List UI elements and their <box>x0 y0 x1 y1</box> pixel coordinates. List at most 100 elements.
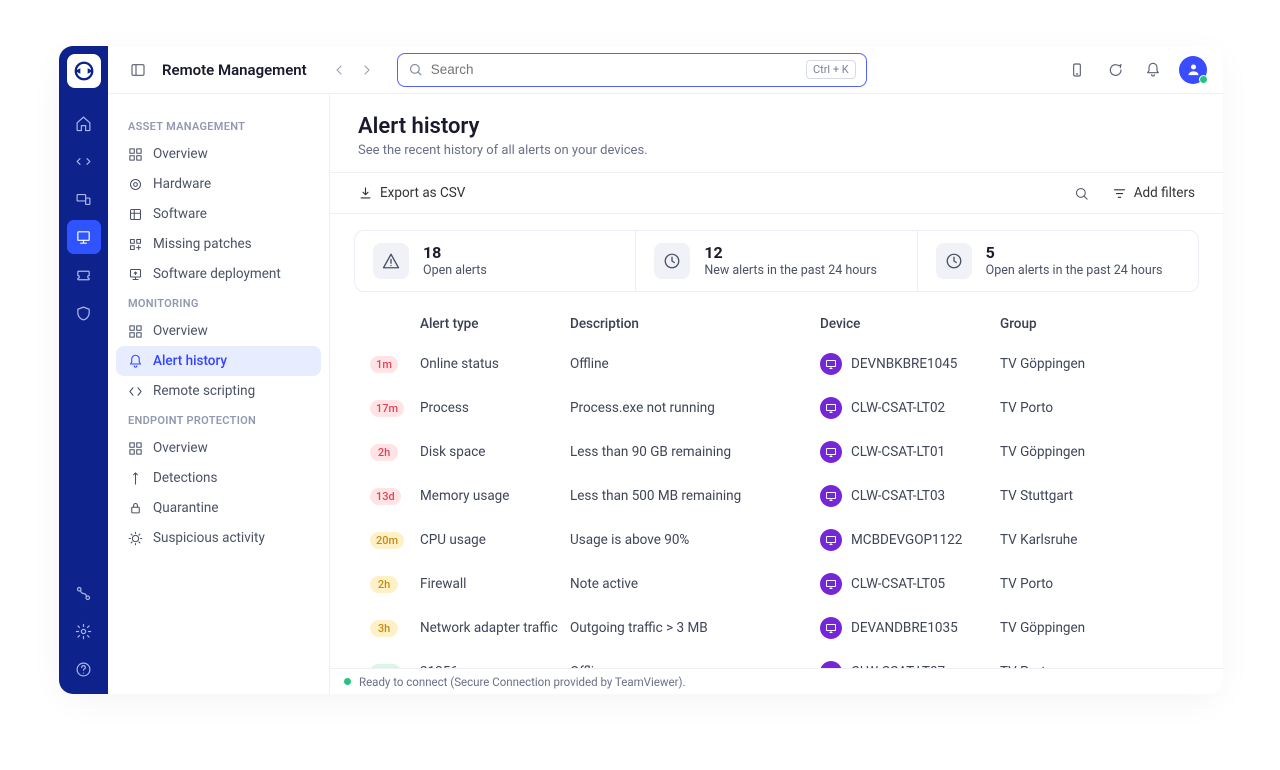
side-item-label: Software <box>153 206 207 222</box>
side-item-label: Remote scripting <box>153 383 255 399</box>
age-pill: 3h <box>370 620 398 637</box>
side-item-label: Detections <box>153 470 217 486</box>
side-item-label: Quarantine <box>153 500 219 516</box>
search-shortcut: Ctrl + K <box>806 60 856 79</box>
download-icon <box>358 186 373 201</box>
side-item-deployment[interactable]: Software deployment <box>116 259 321 289</box>
side-item-detections[interactable]: Detections <box>116 463 321 493</box>
page-title: Alert history <box>358 114 1195 139</box>
rail-shield-icon[interactable] <box>67 296 101 330</box>
side-item-label: Hardware <box>153 176 211 192</box>
table-row[interactable]: 17m Process Process.exe not running CLW-… <box>366 386 1197 430</box>
side-section-endpoint: ENDPOINT PROTECTION <box>116 406 321 433</box>
cell-group: TV Porto <box>1000 576 1193 592</box>
table-row[interactable]: 1m Online status Offline DEVNBKBRE1045 T… <box>366 342 1197 386</box>
table-row[interactable]: 11d 31256 Offline CLW-CSAT-LT07 TV Porto <box>366 650 1197 668</box>
rail-ticket-icon[interactable] <box>67 258 101 292</box>
page-subtitle: See the recent history of all alerts on … <box>358 143 1195 158</box>
side-item-label: Missing patches <box>153 236 252 252</box>
sidebar: ASSET MANAGEMENT Overview Hardware Softw… <box>108 94 330 694</box>
age-pill: 17m <box>370 400 404 417</box>
age-pill: 2h <box>370 576 398 593</box>
alert-table: Alert type Description Device Group 1m O… <box>330 300 1221 668</box>
cell-type: Process <box>420 400 570 416</box>
export-csv-button[interactable]: Export as CSV <box>358 185 465 201</box>
cell-type: Online status <box>420 356 570 372</box>
chat-icon[interactable] <box>1103 58 1127 82</box>
stat-new-alerts: 12New alerts in the past 24 hours <box>635 231 916 291</box>
bell-icon[interactable] <box>1141 58 1165 82</box>
age-pill: 1m <box>370 356 398 373</box>
col-group[interactable]: Group <box>1000 316 1193 332</box>
stat-value: 18 <box>423 245 487 261</box>
toolbar-search-icon[interactable] <box>1070 181 1094 205</box>
nav-forward-icon[interactable] <box>355 58 379 82</box>
nav-back-icon[interactable] <box>327 58 351 82</box>
age-pill: 13d <box>370 488 401 505</box>
rail-workflow-icon[interactable] <box>67 576 101 610</box>
side-item-label: Software deployment <box>153 266 281 282</box>
side-item-overview[interactable]: Overview <box>116 139 321 169</box>
cell-desc: Outgoing traffic > 3 MB <box>570 620 820 636</box>
cell-device: CLW-CSAT-LT03 <box>820 485 1000 507</box>
side-section-monitoring: MONITORING <box>116 289 321 316</box>
rail-connect-icon[interactable] <box>67 144 101 178</box>
main-content: Alert history See the recent history of … <box>330 94 1223 694</box>
side-item-remote-scripting[interactable]: Remote scripting <box>116 376 321 406</box>
side-item-label: Alert history <box>153 353 227 369</box>
rail-home-icon[interactable] <box>67 106 101 140</box>
cell-type: Firewall <box>420 576 570 592</box>
monitor-icon <box>820 353 842 375</box>
sidebar-toggle-icon[interactable] <box>126 58 150 82</box>
stat-label: New alerts in the past 24 hours <box>704 263 877 278</box>
age-pill: 20m <box>370 532 404 549</box>
avatar[interactable] <box>1179 56 1207 84</box>
col-alert-type[interactable]: Alert type <box>420 316 570 332</box>
warning-icon <box>373 243 409 279</box>
side-item-ep-overview[interactable]: Overview <box>116 433 321 463</box>
rail-management-icon[interactable] <box>67 220 101 254</box>
clock-icon <box>654 243 690 279</box>
rail-help-icon[interactable] <box>67 652 101 686</box>
cell-type: Network adapter traffic <box>420 620 570 636</box>
col-description[interactable]: Description <box>570 316 820 332</box>
side-item-patches[interactable]: Missing patches <box>116 229 321 259</box>
side-item-mon-overview[interactable]: Overview <box>116 316 321 346</box>
col-device[interactable]: Device <box>820 316 1000 332</box>
side-item-quarantine[interactable]: Quarantine <box>116 493 321 523</box>
table-row[interactable]: 3h Network adapter traffic Outgoing traf… <box>366 606 1197 650</box>
table-row[interactable]: 2h Firewall Note active CLW-CSAT-LT05 TV… <box>366 562 1197 606</box>
monitor-icon <box>820 485 842 507</box>
cell-device: CLW-CSAT-LT01 <box>820 441 1000 463</box>
header-bar: Remote Management Ctrl + K <box>108 46 1223 94</box>
rail-settings-icon[interactable] <box>67 614 101 648</box>
search-input-wrapper[interactable]: Ctrl + K <box>397 53 867 87</box>
side-section-asset: ASSET MANAGEMENT <box>116 112 321 139</box>
cell-type: Memory usage <box>420 488 570 504</box>
cell-desc: Less than 500 MB remaining <box>570 488 820 504</box>
status-text: Ready to connect (Secure Connection prov… <box>359 675 686 689</box>
add-filters-label: Add filters <box>1134 185 1195 201</box>
cell-group: TV Karlsruhe <box>1000 532 1193 548</box>
search-input[interactable] <box>431 62 798 77</box>
cell-device: DEVANDBRE1035 <box>820 617 1000 639</box>
status-dot-icon <box>344 678 351 685</box>
cell-device: CLW-CSAT-LT05 <box>820 573 1000 595</box>
side-item-hardware[interactable]: Hardware <box>116 169 321 199</box>
side-item-alert-history[interactable]: Alert history <box>116 346 321 376</box>
device-icon[interactable] <box>1065 58 1089 82</box>
monitor-icon <box>820 617 842 639</box>
app-logo[interactable] <box>67 54 101 88</box>
table-row[interactable]: 20m CPU usage Usage is above 90% MCBDEVG… <box>366 518 1197 562</box>
table-row[interactable]: 2h Disk space Less than 90 GB remaining … <box>366 430 1197 474</box>
monitor-icon <box>820 661 842 668</box>
side-item-software[interactable]: Software <box>116 199 321 229</box>
cell-group: TV Porto <box>1000 400 1193 416</box>
add-filters-button[interactable]: Add filters <box>1112 185 1195 201</box>
rail-devices-icon[interactable] <box>67 182 101 216</box>
stat-open-24h: 5Open alerts in the past 24 hours <box>917 231 1198 291</box>
table-row[interactable]: 13d Memory usage Less than 500 MB remain… <box>366 474 1197 518</box>
side-item-label: Overview <box>153 440 208 456</box>
side-item-suspicious[interactable]: Suspicious activity <box>116 523 321 553</box>
export-label: Export as CSV <box>380 185 465 201</box>
